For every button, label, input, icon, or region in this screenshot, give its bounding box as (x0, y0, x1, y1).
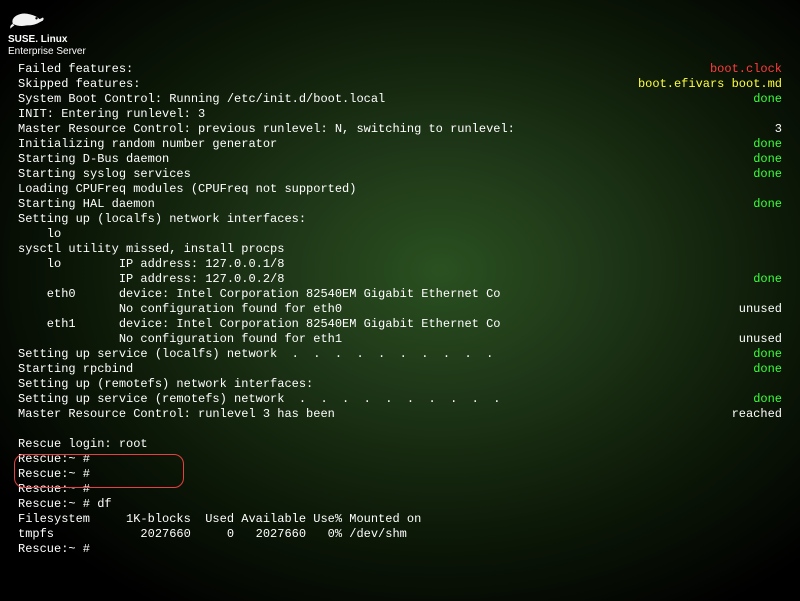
boot-terminal: Failed features:boot.clockSkipped featur… (18, 62, 782, 557)
terminal-line: Rescue:~ # (18, 482, 782, 497)
line-status: unused (739, 302, 782, 317)
line-status: done (753, 167, 782, 182)
line-left: Failed features: (18, 62, 133, 77)
terminal-line: No configuration found for eth0 unused (18, 302, 782, 317)
line-left: Setting up service (localfs) network . .… (18, 347, 493, 362)
terminal-line: Setting up service (localfs) network . .… (18, 347, 782, 362)
terminal-line: Loading CPUFreq modules (CPUFreq not sup… (18, 182, 782, 197)
line-status: reached (732, 407, 782, 422)
line-left: lo IP address: 127.0.0.1/8 (18, 257, 284, 272)
line-status: done (753, 197, 782, 212)
terminal-line: lo IP address: 127.0.0.1/8 (18, 257, 782, 272)
line-left: Master Resource Control: runlevel 3 has … (18, 407, 335, 422)
line-status: 3 (775, 122, 782, 137)
brand-text: SUSE. Linux Enterprise Server (8, 34, 86, 58)
line-left: Setting up (remotefs) network interfaces… (18, 377, 313, 392)
line-left: Setting up (localfs) network interfaces: (18, 212, 306, 227)
terminal-line: Master Resource Control: previous runlev… (18, 122, 782, 137)
line-left: Starting syslog services (18, 167, 191, 182)
suse-logo: SUSE. Linux Enterprise Server (8, 8, 86, 58)
line-left: Rescue:~ # (18, 482, 90, 497)
terminal-line: No configuration found for eth1 unused (18, 332, 782, 347)
terminal-line: Filesystem 1K-blocks Used Available Use%… (18, 512, 782, 527)
line-status: done (753, 347, 782, 362)
line-left: Filesystem 1K-blocks Used Available Use%… (18, 512, 421, 527)
line-status: done (753, 272, 782, 287)
line-status: done (753, 92, 782, 107)
terminal-line: Failed features: boot.clock (18, 62, 782, 77)
line-left: Loading CPUFreq modules (CPUFreq not sup… (18, 182, 356, 197)
terminal-line: Starting rpcbind done (18, 362, 782, 377)
line-left: No configuration found for eth1 (18, 332, 342, 347)
terminal-line: Starting syslog services done (18, 167, 782, 182)
line-left: System Boot Control: Running /etc/init.d… (18, 92, 385, 107)
terminal-line: Rescue:~ # df (18, 497, 782, 512)
terminal-line: Rescue:~ # (18, 542, 782, 557)
line-left: No configuration found for eth0 (18, 302, 342, 317)
line-left: sysctl utility missed, install procps (18, 242, 284, 257)
terminal-line: INIT: Entering runlevel: 3 (18, 107, 782, 122)
line-status: done (753, 392, 782, 407)
terminal-line: Setting up service (remotefs) network . … (18, 392, 782, 407)
line-left: INIT: Entering runlevel: 3 (18, 107, 205, 122)
line-left: lo (18, 227, 61, 242)
line-left: Rescue:~ # (18, 452, 90, 467)
terminal-line: Master Resource Control: runlevel 3 has … (18, 407, 782, 422)
brand-line2: Enterprise Server (8, 46, 86, 57)
line-left: Rescue login: root (18, 437, 148, 452)
line-left: Rescue:~ # (18, 542, 90, 557)
terminal-line: sysctl utility missed, install procps (18, 242, 782, 257)
terminal-line: eth0 device: Intel Corporation 82540EM G… (18, 287, 782, 302)
line-status: done (753, 137, 782, 152)
line-left: tmpfs 2027660 0 2027660 0% /dev/shm (18, 527, 407, 542)
terminal-line: Initializing random number generator done (18, 137, 782, 152)
terminal-line: Rescue:~ # (18, 452, 782, 467)
terminal-line: Starting D-Bus daemon done (18, 152, 782, 167)
line-left: IP address: 127.0.0.2/8 (18, 272, 284, 287)
terminal-line: System Boot Control: Running /etc/init.d… (18, 92, 782, 107)
terminal-line: IP address: 127.0.0.2/8 done (18, 272, 782, 287)
terminal-line: Setting up (remotefs) network interfaces… (18, 377, 782, 392)
line-left: eth1 device: Intel Corporation 82540EM G… (18, 317, 500, 332)
terminal-line: Setting up (localfs) network interfaces: (18, 212, 782, 227)
line-status: boot.clock (710, 62, 782, 77)
terminal-line: eth1 device: Intel Corporation 82540EM G… (18, 317, 782, 332)
brand-line1: SUSE. Linux (8, 34, 67, 45)
line-left: Setting up service (remotefs) network . … (18, 392, 500, 407)
line-left: Rescue:~ # df (18, 497, 112, 512)
terminal-line: Starting HAL daemon done (18, 197, 782, 212)
line-left: Initializing random number generator (18, 137, 277, 152)
line-status: boot.efivars boot.md (638, 77, 782, 92)
line-left: eth0 device: Intel Corporation 82540EM G… (18, 287, 500, 302)
terminal-line: Rescue login: root (18, 437, 782, 452)
line-left: Rescue:~ # (18, 467, 90, 482)
line-status: done (753, 362, 782, 377)
line-left: Master Resource Control: previous runlev… (18, 122, 515, 137)
line-status: unused (739, 332, 782, 347)
terminal-line (18, 422, 782, 437)
line-status: done (753, 152, 782, 167)
line-left: Starting rpcbind (18, 362, 133, 377)
line-left: Starting HAL daemon (18, 197, 155, 212)
terminal-line: Rescue:~ # (18, 467, 782, 482)
line-left: Skipped features: (18, 77, 140, 92)
line-left (18, 422, 25, 437)
terminal-line: Skipped features: boot.efivars boot.md (18, 77, 782, 92)
terminal-line: tmpfs 2027660 0 2027660 0% /dev/shm (18, 527, 782, 542)
terminal-line: lo (18, 227, 782, 242)
chameleon-icon (8, 8, 46, 32)
line-left: Starting D-Bus daemon (18, 152, 169, 167)
